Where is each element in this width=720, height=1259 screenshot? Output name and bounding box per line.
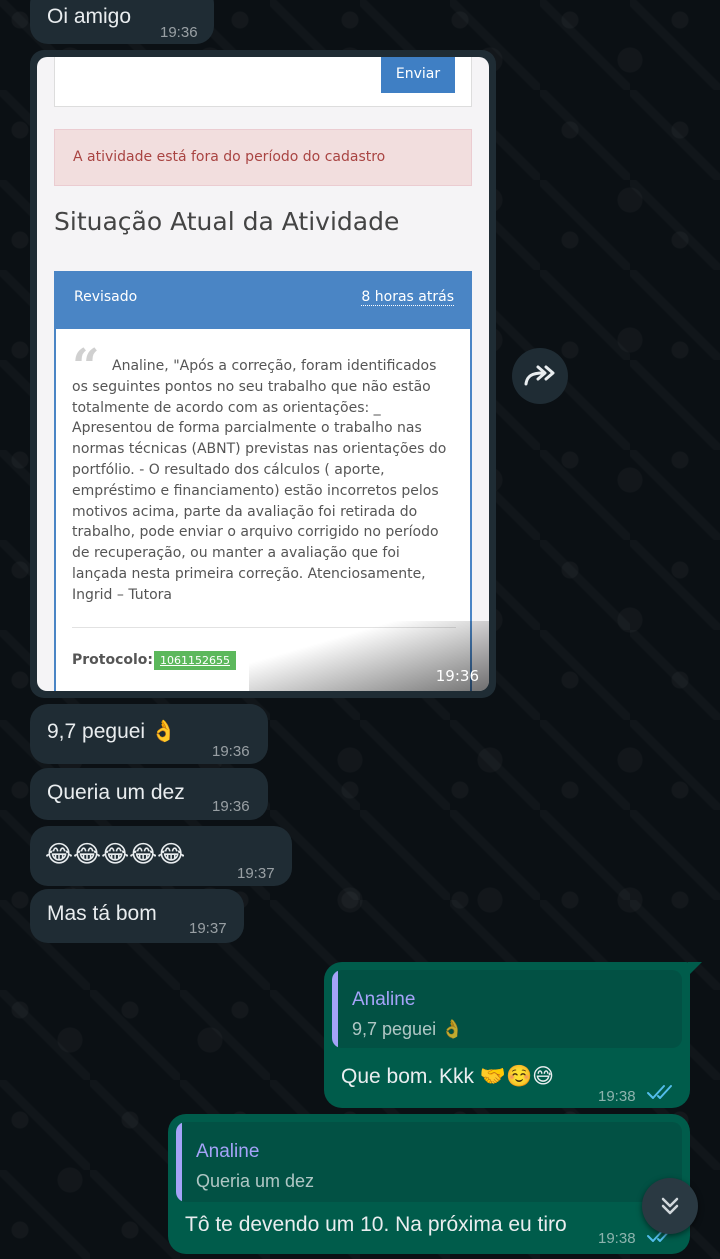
panel-status: Revisado (74, 289, 138, 305)
message-time: 19:36 (435, 667, 479, 685)
reply-bar (176, 1122, 182, 1202)
message-text: Que bom. Kkk 🤝☺️😅 (341, 1065, 555, 1088)
bubble-tail (688, 962, 702, 976)
message-incoming[interactable]: 9,7 peguei 👌 19:36 (30, 704, 268, 764)
alert-message: A atividade está fora do período do cada… (54, 129, 472, 186)
section-title: Situação Atual da Atividade (54, 207, 400, 236)
message-incoming[interactable]: Oi amigo 19:36 (30, 0, 214, 44)
message-time: 19:36 (212, 798, 250, 815)
image-message[interactable]: Enviar A atividade está fora do período … (30, 50, 496, 698)
message-outgoing[interactable]: Analine Queria um dez Tô te devendo um 1… (168, 1114, 690, 1254)
form-box: Enviar (54, 57, 472, 107)
panel-age: 8 horas atrás (361, 289, 454, 306)
send-button: Enviar (381, 57, 455, 93)
screenshot-image[interactable]: Enviar A atividade está fora do período … (37, 57, 489, 691)
message-text: Mas tá bom (47, 902, 157, 925)
message-text: Tô te devendo um 10. Na próxima eu tiro (185, 1213, 567, 1236)
reply-author: Analine (196, 1141, 260, 1162)
forward-button[interactable] (512, 348, 568, 404)
reply-bar (332, 970, 338, 1048)
forward-icon (524, 365, 555, 386)
panel-header: Revisado 8 horas atrás (56, 273, 470, 329)
protocol-badge: 1061152655 (154, 651, 236, 670)
protocol-label: Protocolo: (72, 652, 154, 668)
double-check-icon (647, 1085, 672, 1099)
reply-preview[interactable]: Analine Queria um dez (176, 1122, 682, 1202)
message-incoming[interactable]: Queria um dez 19:36 (30, 768, 268, 820)
reply-text: 9,7 peguei 👌 (352, 1019, 464, 1039)
reply-preview[interactable]: Analine 9,7 peguei 👌 (332, 970, 682, 1048)
message-text: 9,7 peguei 👌 (47, 720, 178, 743)
reply-author: Analine (352, 989, 416, 1010)
reply-text: Queria um dez (196, 1171, 315, 1191)
quote-text: Analine, "Após a correção, foram identif… (72, 358, 447, 603)
message-time: 19:37 (237, 865, 275, 882)
message-text: Oi amigo (47, 5, 132, 28)
message-time: 19:38 (598, 1088, 636, 1105)
message-incoming[interactable]: 😂😂😂😂😂 19:37 (30, 826, 292, 886)
scroll-to-bottom-button[interactable] (642, 1178, 698, 1234)
message-time: 19:36 (212, 743, 250, 760)
message-incoming[interactable]: Mas tá bom 19:37 (30, 889, 244, 943)
message-text: 😂😂😂😂😂 (45, 841, 186, 868)
message-time: 19:38 (598, 1230, 636, 1247)
message-time: 19:37 (189, 920, 227, 937)
message-time: 19:36 (160, 24, 198, 41)
message-text: Queria um dez (47, 781, 185, 804)
message-outgoing[interactable]: Analine 9,7 peguei 👌 Que bom. Kkk 🤝☺️😅 1… (324, 962, 690, 1108)
chevron-double-down-icon (661, 1197, 679, 1215)
